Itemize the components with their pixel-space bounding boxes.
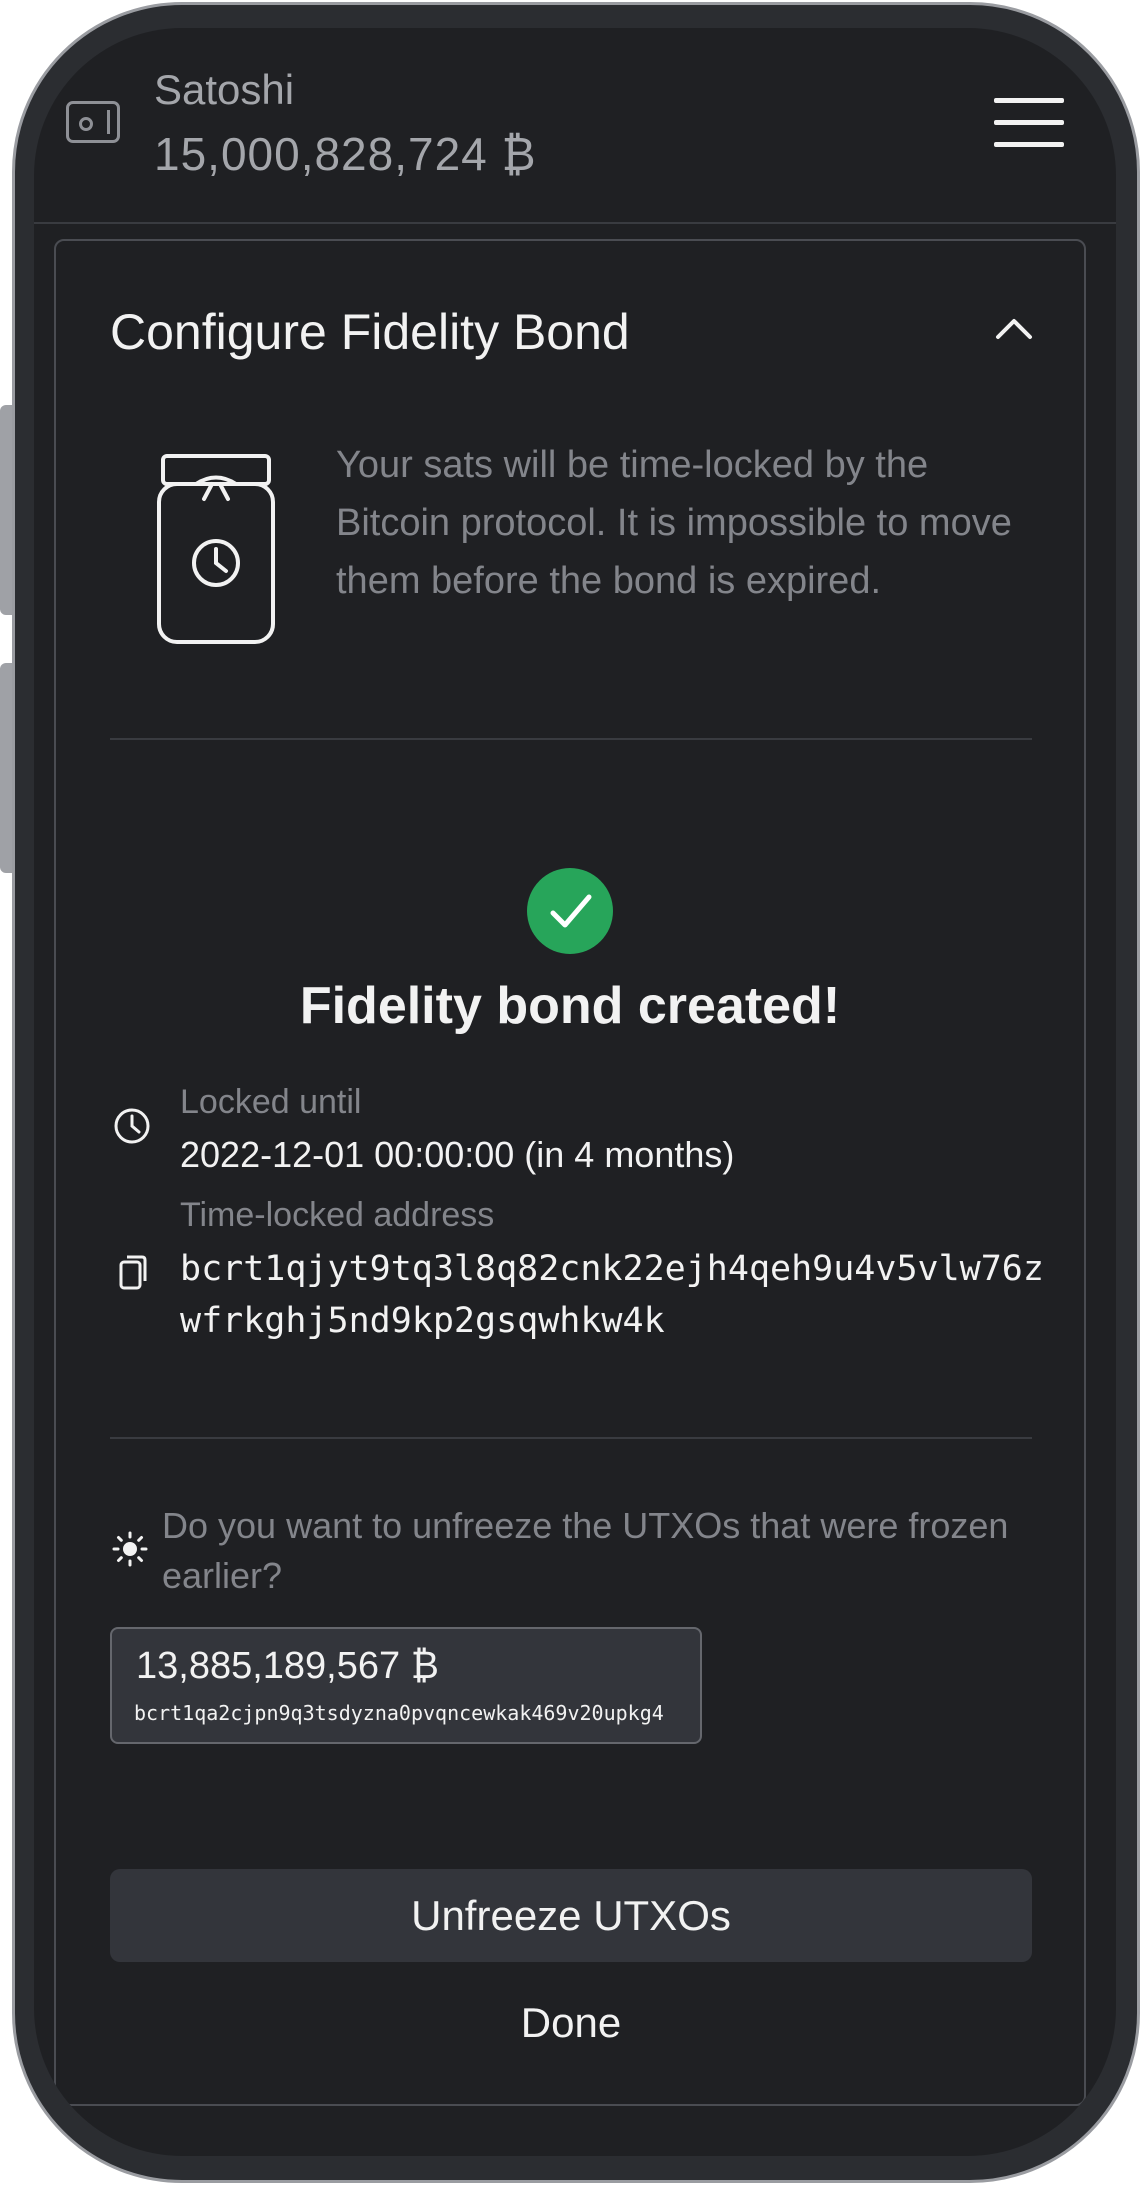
checkmark-icon: [527, 868, 613, 954]
sun-icon: [112, 1531, 148, 1567]
divider: [110, 1437, 1032, 1439]
wallet-name: Satoshi: [154, 66, 295, 113]
done-button[interactable]: Done: [110, 1983, 1032, 2063]
app-header: Satoshi 15,000,828,724 ₿: [34, 28, 1116, 224]
card-title: Configure Fidelity Bond: [110, 304, 630, 360]
app-screen: Satoshi 15,000,828,724 ₿ Configure Fidel…: [34, 28, 1116, 2156]
clock-icon: [112, 1106, 152, 1146]
chevron-up-icon[interactable]: [994, 309, 1034, 349]
locked-until-value: 2022-12-01 00:00:00 (in 4 months): [180, 1134, 735, 1175]
wallet-balance: 15,000,828,724 ₿: [154, 128, 537, 180]
divider: [110, 738, 1032, 740]
time-locked-address-label: Time-locked address: [180, 1196, 495, 1234]
success-title: Fidelity bond created!: [299, 977, 841, 1035]
time-locked-address-value: bcrt1qjyt9tq3l8q82cnk22ejh4qeh9u4v5vlw76…: [180, 1249, 1044, 1341]
copy-icon[interactable]: [118, 1254, 148, 1292]
configure-fidelity-bond-card: Configure Fidelity Bond Your sats will b…: [54, 239, 1086, 2106]
locked-until-label: Locked until: [180, 1083, 362, 1121]
unfreeze-question: Do you want to unfreeze the UTXOs that w…: [162, 1505, 1009, 1596]
utxo-address: bcrt1qa2cjpn9q3tsdyzna0pvqncewkak469v20u…: [134, 1701, 664, 1725]
wallet-icon: [66, 101, 120, 143]
unfreeze-utxos-button[interactable]: Unfreeze UTXOs: [110, 1869, 1032, 1962]
utxo-item[interactable]: 13,885,189,567 ₿ bcrt1qa2cjpn9q3tsdyzna0…: [110, 1627, 702, 1744]
utxo-amount: 13,885,189,567 ₿: [136, 1645, 439, 1687]
intro-text: Your sats will be time-locked by the Bit…: [336, 444, 1012, 602]
time-locked-jar-icon: [156, 451, 276, 646]
hamburger-menu-icon[interactable]: [994, 98, 1064, 148]
